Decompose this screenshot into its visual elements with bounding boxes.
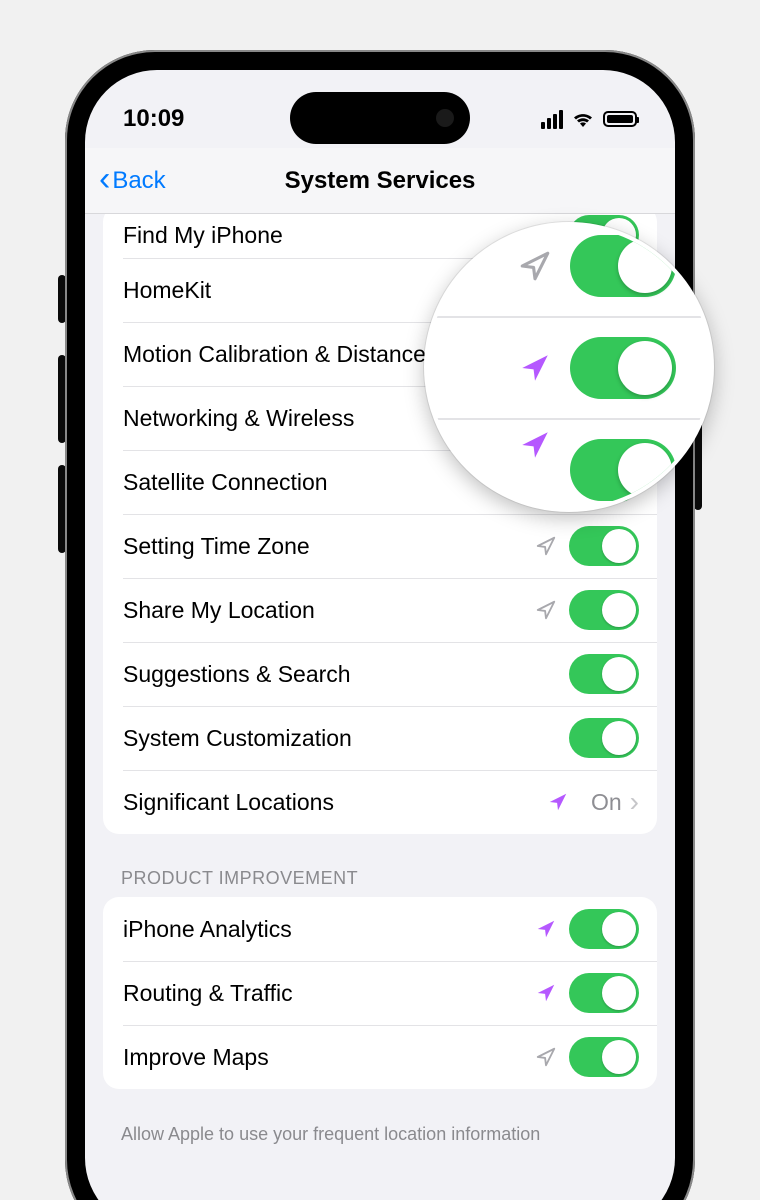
row-label: Significant Locations xyxy=(123,789,547,816)
row-system-customization: System Customization xyxy=(103,706,657,770)
wifi-icon xyxy=(571,110,595,128)
magnifier-callout xyxy=(424,222,714,512)
toggle-setting-time-zone[interactable] xyxy=(569,526,639,566)
location-arrow-icon xyxy=(518,351,552,385)
toggle-share-my-location[interactable] xyxy=(569,590,639,630)
nav-bar: ‹ Back System Services xyxy=(85,148,675,214)
page-title: System Services xyxy=(285,167,476,195)
row-improve-maps: Improve Maps xyxy=(103,1025,657,1089)
battery-icon xyxy=(603,111,637,127)
row-significant-locations[interactable]: Significant Locations On › xyxy=(103,770,657,834)
chevron-right-icon: › xyxy=(630,786,639,818)
location-arrow-icon xyxy=(535,982,557,1004)
row-value: On xyxy=(591,789,622,816)
magnifier-row xyxy=(428,222,710,314)
location-arrow-icon xyxy=(535,918,557,940)
product-improvement-group: iPhone Analytics Routing & Traffic xyxy=(103,897,657,1089)
row-label: System Customization xyxy=(123,725,569,752)
chevron-left-icon: ‹ xyxy=(99,167,110,191)
magnifier-row xyxy=(428,422,710,512)
toggle-improve-maps[interactable] xyxy=(569,1037,639,1077)
group-header-product-improvement: PRODUCT IMPROVEMENT xyxy=(121,868,639,889)
location-arrow-icon xyxy=(518,428,552,462)
row-setting-time-zone: Setting Time Zone xyxy=(103,514,657,578)
group-footer-text: Allow Apple to use your frequent locatio… xyxy=(121,1123,639,1146)
dynamic-island xyxy=(290,92,470,144)
row-iphone-analytics: iPhone Analytics xyxy=(103,897,657,961)
location-arrow-icon xyxy=(535,599,557,621)
back-button[interactable]: ‹ Back xyxy=(99,167,166,195)
toggle-iphone-analytics[interactable] xyxy=(569,909,639,949)
location-arrow-icon xyxy=(535,535,557,557)
back-label: Back xyxy=(112,167,165,195)
row-routing-traffic: Routing & Traffic xyxy=(103,961,657,1025)
row-share-my-location: Share My Location xyxy=(103,578,657,642)
row-label: iPhone Analytics xyxy=(123,916,535,943)
location-arrow-icon xyxy=(518,249,552,283)
row-label: Routing & Traffic xyxy=(123,980,535,1007)
toggle-suggestions-search[interactable] xyxy=(569,654,639,694)
row-label: Share My Location xyxy=(123,597,535,624)
cellular-icon xyxy=(541,110,563,129)
row-suggestions-search: Suggestions & Search xyxy=(103,642,657,706)
phone-frame: 10:09 ‹ Back xyxy=(65,50,695,1200)
row-label: Setting Time Zone xyxy=(123,533,535,560)
location-arrow-icon xyxy=(535,1046,557,1068)
row-label: Suggestions & Search xyxy=(123,661,569,688)
magnifier-toggle[interactable] xyxy=(570,235,676,297)
location-arrow-icon xyxy=(547,791,569,813)
toggle-system-customization[interactable] xyxy=(569,718,639,758)
magnifier-toggle[interactable] xyxy=(570,439,676,501)
status-time: 10:09 xyxy=(123,105,184,133)
toggle-routing-traffic[interactable] xyxy=(569,973,639,1013)
magnifier-row xyxy=(428,320,710,416)
magnifier-toggle[interactable] xyxy=(570,337,676,399)
row-label: Improve Maps xyxy=(123,1044,535,1071)
